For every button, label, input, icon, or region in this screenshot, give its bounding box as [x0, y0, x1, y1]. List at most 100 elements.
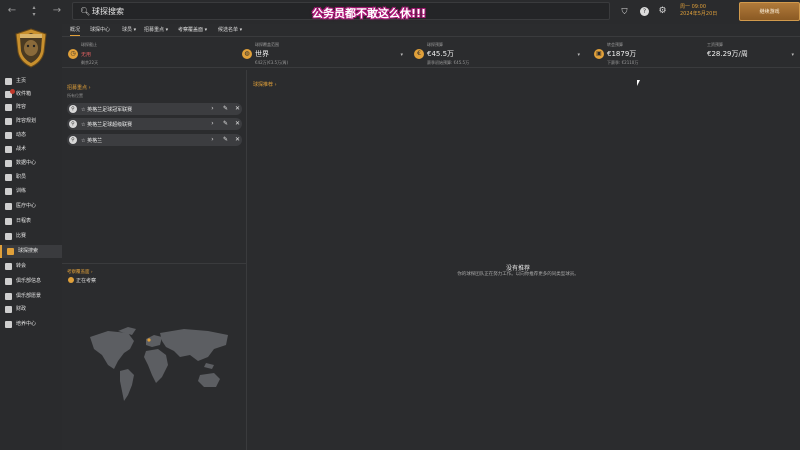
stat-value: €1879万 [607, 50, 637, 58]
edit-icon[interactable]: ✎ [221, 120, 230, 127]
close-icon[interactable]: ✕ [233, 120, 242, 127]
help-icon[interactable]: ? [640, 7, 649, 16]
chat-icon [5, 132, 12, 139]
calendar-icon [5, 218, 12, 225]
divider [62, 263, 246, 264]
sidebar-item-training[interactable]: 训练 [0, 185, 62, 198]
chevron-right-icon[interactable]: › [208, 120, 217, 127]
world-map[interactable] [88, 325, 236, 403]
sidebar-item-label: 俱乐部信息 [16, 278, 42, 284]
sidebar-item-finance[interactable]: 财政 [0, 303, 62, 316]
map-south-america [120, 369, 134, 401]
chevron-down-icon[interactable]: ▾ [577, 52, 580, 58]
arrow-left-icon[interactable]: ← [5, 4, 19, 18]
stat-scouting-range[interactable]: ◍ 球探覆盖范围 世界 €42万(€3.5万/周) ▾ [242, 41, 407, 67]
coverage-status: 正在考察 [76, 278, 97, 284]
tab-scouting-center[interactable]: 球探中心 [90, 26, 110, 33]
top-bar: ← ▴ ▾ → 🔍︎ 球探搜索 公务员都不敢这么休!!! ⛉ ? ⚙ 周一 09:… [0, 0, 800, 24]
sidebar-item-inbox[interactable]: 收件箱 [0, 88, 62, 101]
shield-icon[interactable]: ⛉ [620, 7, 629, 16]
map-africa [144, 349, 168, 383]
stat-label: 球探覆盖范围 [255, 42, 279, 47]
sidebar-item-club-info[interactable]: 俱乐部信息 [0, 275, 62, 288]
transfer-icon [5, 263, 12, 270]
close-icon[interactable]: ✕ [233, 136, 242, 143]
stat-transfer-budget[interactable]: ▣ 转会预算 €1879万 下赛季: €2110万 [594, 41, 694, 67]
chevron-right-icon[interactable]: › [208, 136, 217, 143]
pin-icon: ⚲ [69, 136, 77, 144]
sidebar-item-calendar[interactable]: 日程表 [0, 215, 62, 228]
edit-icon[interactable]: ✎ [221, 136, 230, 143]
sidebar-item-planner[interactable]: 阵容规划 [0, 115, 62, 128]
mouse-cursor [637, 80, 640, 86]
stat-value: 世界 [255, 50, 269, 58]
map-marker [147, 338, 151, 342]
sidebar-item-development[interactable]: 培养中心 [0, 318, 62, 331]
sidebar-item-transfer[interactable]: 转会 [0, 260, 62, 273]
sidebar-item-label: 培养中心 [16, 321, 37, 327]
sidebar-item-shirt[interactable]: 阵容 [0, 101, 62, 114]
continue-button[interactable]: 继续游戏 [739, 2, 800, 21]
search-icon: 🔍︎ [80, 7, 91, 16]
date-day: 周一 09:00 [680, 4, 706, 10]
region-row-championship[interactable]: ⚲ ☆ 英格兰足球冠军联赛 › ✎ ✕ [67, 103, 242, 115]
sidebar-item-data[interactable]: 数据中心 [0, 157, 62, 170]
scouting-icon [7, 248, 14, 255]
sidebar-item-home[interactable]: 主页 [0, 75, 62, 88]
recommendations-title[interactable]: 球探推荐 › [253, 81, 277, 88]
chevron-down-icon[interactable]: ▾ [400, 52, 403, 58]
sidebar-item-chat[interactable]: 动态 [0, 129, 62, 142]
stats-row: ◷ 球探截止 无用 剩余22天 ◍ 球探覆盖范围 世界 €42万(€3.5万/周… [62, 38, 800, 68]
sidebar-item-staff[interactable]: 职员 [0, 171, 62, 184]
sidebar-item-scouting[interactable]: 球探搜索 [0, 245, 62, 258]
chevron-right-icon[interactable]: › [208, 105, 217, 112]
tab-players[interactable]: 球员 ▾ [122, 26, 136, 33]
shirt-icon [5, 104, 12, 111]
map-indonesia [204, 363, 214, 369]
close-icon[interactable]: ✕ [233, 105, 242, 112]
tab-recruitment-focus[interactable]: 招募重点 ▾ [144, 26, 168, 33]
sidebar-item-label: 比赛 [16, 233, 27, 239]
clock-icon: ◷ [68, 49, 78, 59]
region-row-england[interactable]: ⚲ ☆ 英格兰 › ✎ ✕ [67, 134, 242, 146]
sidebar-item-trophy[interactable]: 比赛 [0, 230, 62, 243]
region-row-premier-league[interactable]: ⚲ ☆ 英格兰足球超级联赛 › ✎ ✕ [67, 118, 242, 130]
sidebar-item-tactics[interactable]: 战术 [0, 143, 62, 156]
sidebar-item-label: 收件箱 [16, 91, 32, 97]
sidebar-item-label: 数据中心 [16, 160, 37, 166]
stat-sub: €42万(€3.5万/周) [255, 60, 289, 65]
stat-label: 转会预算 [607, 42, 623, 47]
region-label: ☆ 英格兰足球超级联赛 [81, 122, 133, 128]
staff-icon [5, 174, 12, 181]
stat-scouting-deadline[interactable]: ◷ 球探截止 无用 剩余22天 [68, 41, 238, 67]
sidebar-item-vision[interactable]: 俱乐部愿景 [0, 290, 62, 303]
stat-wage-budget[interactable]: 工资预算 €28.29万/周 ▾ [694, 41, 798, 67]
vision-icon [5, 293, 12, 300]
tab-overview[interactable]: 概况 [70, 26, 81, 36]
game-date: 周一 09:00 2024年5月20日 [680, 4, 717, 18]
sidebar-item-medical[interactable]: 医疗中心 [0, 200, 62, 213]
stat-label: 工资预算 [707, 42, 723, 47]
sidebar-item-label: 财政 [16, 306, 27, 312]
coverage-title[interactable]: 考察覆盖面 › [67, 269, 93, 275]
recruitment-focus-title[interactable]: 招募重点 › [67, 84, 91, 91]
sidebar-item-label: 主页 [16, 78, 27, 84]
video-overlay-caption: 公务员都不敢这么休!!! [312, 7, 427, 20]
tab-coverage[interactable]: 考察覆盖面 ▾ [178, 26, 207, 33]
stat-scouting-budget[interactable]: € 球探预算 €45.5万 赛季初始预算: €45.5万 ▾ [414, 41, 584, 67]
edit-icon[interactable]: ✎ [221, 105, 230, 112]
arrow-right-icon[interactable]: → [50, 4, 64, 18]
history-stepper-icon[interactable]: ▴ ▾ [27, 4, 41, 18]
sidebar-item-label: 阵容规划 [16, 118, 37, 124]
tab-shortlist[interactable]: 候选名单 ▾ [218, 26, 242, 33]
gear-icon[interactable]: ⚙ [658, 7, 667, 16]
map-australia [198, 373, 220, 387]
globe-icon: ◍ [242, 49, 252, 59]
sidebar-item-label: 日程表 [16, 218, 32, 224]
pin-icon: ⚲ [69, 120, 77, 128]
stat-value: €45.5万 [427, 50, 455, 58]
sidebar-item-label: 职员 [16, 174, 27, 180]
chevron-down-icon[interactable]: ▾ [791, 52, 794, 58]
sidebar-item-label: 动态 [16, 132, 27, 138]
all-positions-label: 所有位置 [67, 93, 83, 98]
